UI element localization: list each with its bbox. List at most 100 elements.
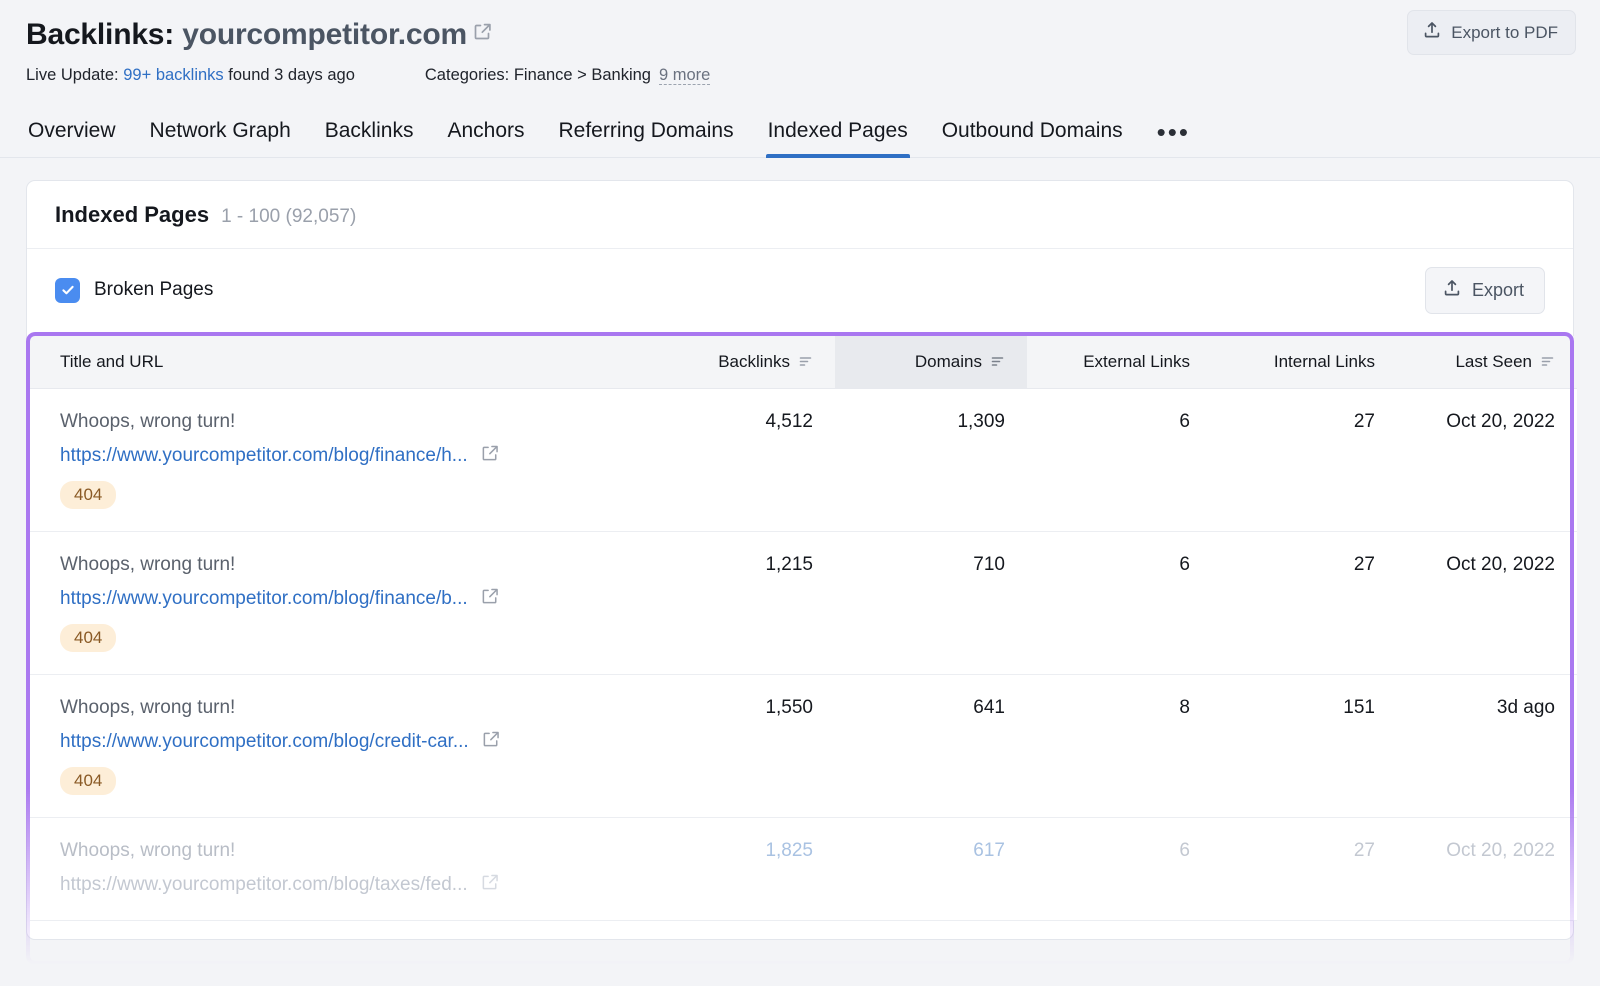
- upload-icon: [1442, 278, 1462, 303]
- tab-outbound-domains[interactable]: Outbound Domains: [940, 113, 1125, 157]
- col-header-title-and-url[interactable]: Title and URL: [30, 336, 625, 389]
- title-row: Backlinks: yourcompetitor.com: [26, 18, 1574, 53]
- table-row: Whoops, wrong turn! https://www.yourcomp…: [30, 817, 1577, 920]
- external-link-icon[interactable]: [473, 22, 493, 42]
- tab-anchors[interactable]: Anchors: [445, 113, 526, 157]
- status-badge: 404: [60, 624, 116, 652]
- tab-backlinks[interactable]: Backlinks: [323, 113, 416, 157]
- tabs-overflow-icon[interactable]: •••: [1155, 125, 1192, 157]
- cell-internal-links: 151: [1212, 674, 1397, 817]
- col-header-label: External Links: [1083, 352, 1190, 372]
- export-label: Export: [1472, 280, 1524, 301]
- cell-backlinks[interactable]: 1,215: [625, 531, 835, 674]
- card-title: Indexed Pages: [55, 202, 209, 228]
- broken-pages-checkbox[interactable]: Broken Pages: [55, 278, 213, 303]
- cell-internal-links: 27: [1212, 388, 1397, 531]
- cell-external-links: 6: [1027, 388, 1212, 531]
- col-header-label: Domains: [915, 352, 982, 372]
- broken-pages-label: Broken Pages: [94, 279, 213, 301]
- categories-text: Categories: Finance > Banking 9 more: [425, 66, 710, 85]
- status-badge: 404: [60, 481, 116, 509]
- external-link-icon[interactable]: [482, 730, 501, 755]
- row-url-line: https://www.yourcompetitor.com/blog/fina…: [60, 587, 603, 612]
- sort-icon: [990, 354, 1005, 369]
- col-header-label: Backlinks: [718, 352, 790, 372]
- table-header-row: Title and URL Backlinks Domains: [30, 336, 1577, 389]
- tab-network-graph[interactable]: Network Graph: [148, 113, 293, 157]
- export-button[interactable]: Export: [1425, 267, 1545, 314]
- external-link-icon[interactable]: [481, 444, 500, 469]
- external-link-icon[interactable]: [481, 873, 500, 898]
- header-subrow: Live Update: 99+ backlinks found 3 days …: [26, 66, 1574, 85]
- status-badge: 404: [60, 767, 116, 795]
- col-header-internal-links[interactable]: Internal Links: [1212, 336, 1397, 389]
- row-url-link[interactable]: https://www.yourcompetitor.com/blog/taxe…: [60, 874, 468, 896]
- upload-icon: [1422, 20, 1442, 45]
- cell-external-links: 8: [1027, 674, 1212, 817]
- table-row: Whoops, wrong turn! https://www.yourcomp…: [30, 674, 1577, 817]
- col-header-external-links[interactable]: External Links: [1027, 336, 1212, 389]
- row-page-title: Whoops, wrong turn!: [60, 840, 603, 862]
- cell-title-and-url: Whoops, wrong turn! https://www.yourcomp…: [30, 531, 625, 674]
- card-result-count: 1 - 100 (92,057): [221, 206, 356, 228]
- cell-external-links: 6: [1027, 817, 1212, 920]
- live-update-suffix: found 3 days ago: [228, 66, 355, 84]
- export-to-pdf-button[interactable]: Export to PDF: [1407, 10, 1576, 55]
- row-url-line: https://www.yourcompetitor.com/blog/fina…: [60, 444, 603, 469]
- col-header-label: Title and URL: [60, 352, 163, 372]
- cell-last-seen: Oct 20, 2022: [1397, 817, 1577, 920]
- cell-title-and-url: Whoops, wrong turn! https://www.yourcomp…: [30, 674, 625, 817]
- col-header-label: Internal Links: [1274, 352, 1375, 372]
- filter-bar: Broken Pages Export: [27, 249, 1573, 332]
- indexed-pages-table: Title and URL Backlinks Domains: [30, 336, 1577, 921]
- checkmark-icon: [55, 278, 80, 303]
- page-title-label: Backlinks:: [26, 18, 174, 51]
- live-update-backlinks-link[interactable]: 99+ backlinks: [123, 66, 223, 84]
- cell-internal-links: 27: [1212, 531, 1397, 674]
- col-header-backlinks[interactable]: Backlinks: [625, 336, 835, 389]
- categories-value: Categories: Finance > Banking: [425, 66, 651, 84]
- indexed-pages-card: Indexed Pages 1 - 100 (92,057) Broken Pa…: [26, 180, 1574, 940]
- sort-icon: [1540, 354, 1555, 369]
- cell-title-and-url: Whoops, wrong turn! https://www.yourcomp…: [30, 388, 625, 531]
- row-url-line: https://www.yourcompetitor.com/blog/taxe…: [60, 873, 603, 898]
- cell-domains[interactable]: 710: [835, 531, 1027, 674]
- card-header: Indexed Pages 1 - 100 (92,057): [27, 181, 1573, 249]
- cell-last-seen: Oct 20, 2022: [1397, 388, 1577, 531]
- row-url-link[interactable]: https://www.yourcompetitor.com/blog/fina…: [60, 445, 468, 467]
- page-title: Backlinks: yourcompetitor.com: [26, 18, 493, 53]
- page-root: Backlinks: yourcompetitor.com Export to …: [0, 0, 1600, 986]
- row-page-title: Whoops, wrong turn!: [60, 554, 603, 576]
- col-header-label: Last Seen: [1455, 352, 1532, 372]
- cell-domains[interactable]: 641: [835, 674, 1027, 817]
- page-header: Backlinks: yourcompetitor.com Export to …: [0, 0, 1600, 85]
- highlighted-table-region: Title and URL Backlinks Domains: [26, 332, 1574, 925]
- row-url-link[interactable]: https://www.yourcompetitor.com/blog/cred…: [60, 731, 469, 753]
- cell-domains[interactable]: 1,309: [835, 388, 1027, 531]
- main-tabs: Overview Network Graph Backlinks Anchors…: [0, 113, 1600, 158]
- live-update-text: Live Update: 99+ backlinks found 3 days …: [26, 66, 355, 85]
- col-header-domains[interactable]: Domains: [835, 336, 1027, 389]
- tab-overview[interactable]: Overview: [26, 113, 118, 157]
- cell-domains[interactable]: 617: [835, 817, 1027, 920]
- cell-last-seen: 3d ago: [1397, 674, 1577, 817]
- table-row: Whoops, wrong turn! https://www.yourcomp…: [30, 388, 1577, 531]
- cell-backlinks[interactable]: 4,512: [625, 388, 835, 531]
- tab-referring-domains[interactable]: Referring Domains: [557, 113, 736, 157]
- sort-icon: [798, 354, 813, 369]
- tab-indexed-pages[interactable]: Indexed Pages: [766, 113, 910, 157]
- cell-external-links: 6: [1027, 531, 1212, 674]
- cell-backlinks[interactable]: 1,825: [625, 817, 835, 920]
- row-page-title: Whoops, wrong turn!: [60, 697, 603, 719]
- live-update-prefix: Live Update:: [26, 66, 119, 84]
- cell-backlinks[interactable]: 1,550: [625, 674, 835, 817]
- export-to-pdf-label: Export to PDF: [1451, 23, 1558, 43]
- row-page-title: Whoops, wrong turn!: [60, 411, 603, 433]
- cell-last-seen: Oct 20, 2022: [1397, 531, 1577, 674]
- external-link-icon[interactable]: [481, 587, 500, 612]
- row-url-line: https://www.yourcompetitor.com/blog/cred…: [60, 730, 603, 755]
- row-url-link[interactable]: https://www.yourcompetitor.com/blog/fina…: [60, 588, 468, 610]
- cell-internal-links: 27: [1212, 817, 1397, 920]
- categories-more-link[interactable]: 9 more: [659, 66, 710, 85]
- col-header-last-seen[interactable]: Last Seen: [1397, 336, 1577, 389]
